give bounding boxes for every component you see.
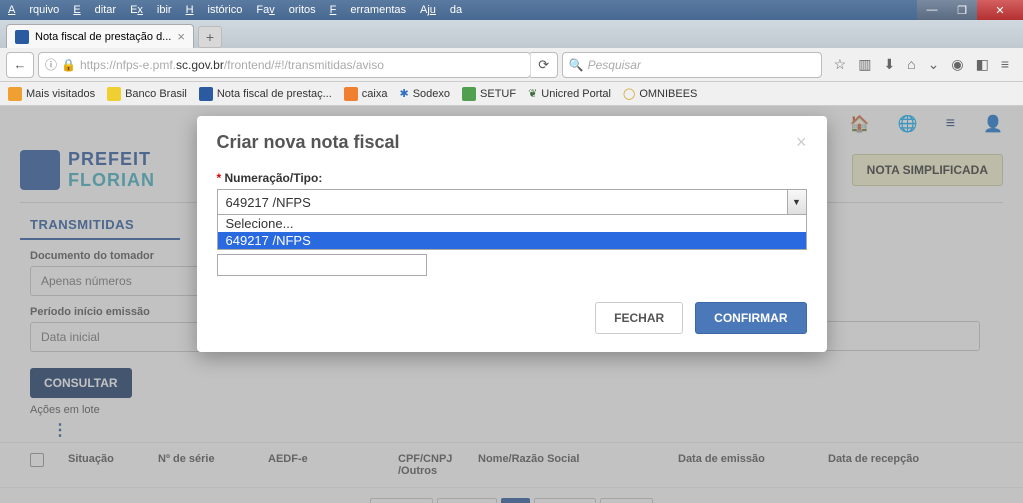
- url-bar[interactable]: ⓘ 🔒 https://nfps-e.pmf.sc.gov.br/fronten…: [38, 52, 531, 78]
- tab-title: Nota fiscal de prestação d...: [35, 31, 171, 43]
- menu-editar[interactable]: Editar: [73, 4, 116, 16]
- url-prefix: https://nfps-e.pmf.: [80, 58, 176, 72]
- window-maximize-button[interactable]: ❐: [947, 0, 977, 20]
- reader-icon[interactable]: ▥: [858, 56, 871, 73]
- fechar-button[interactable]: FECHAR: [595, 302, 683, 334]
- addon-icon[interactable]: ◧: [976, 56, 989, 73]
- modal-title: Criar nova nota fiscal: [217, 132, 807, 153]
- bookmark-setuf[interactable]: SETUF: [462, 87, 516, 101]
- browser-menubar: AArquivorquivo Editar Exibir Histórico F…: [0, 0, 1023, 20]
- bookmarks-bar: Mais visitados Banco Brasil Nota fiscal …: [0, 82, 1023, 106]
- menu-favoritos[interactable]: Favoritos: [256, 4, 315, 16]
- menu-ajuda[interactable]: Ajuda: [420, 4, 462, 16]
- hamburger-menu-icon[interactable]: ≡: [1001, 56, 1009, 73]
- window-minimize-button[interactable]: —: [917, 0, 947, 20]
- info-icon: ⓘ: [45, 56, 57, 73]
- menu-ferramentas[interactable]: Ferramentas: [330, 4, 406, 16]
- lock-icon: 🔒: [61, 58, 76, 72]
- bookmark-nota-fiscal[interactable]: Nota fiscal de prestaç...: [199, 87, 332, 101]
- bookmark-banco-brasil[interactable]: Banco Brasil: [107, 87, 187, 101]
- bookmark-mais-visitados[interactable]: Mais visitados: [8, 87, 95, 101]
- combo-option-1[interactable]: 649217 /NFPS: [218, 232, 806, 249]
- browser-tab[interactable]: Nota fiscal de prestação d... ×: [6, 24, 194, 48]
- numeracao-combobox[interactable]: 649217 /NFPS ▼ Selecione... 649217 /NFPS: [217, 189, 807, 276]
- combo-option-placeholder[interactable]: Selecione...: [218, 215, 806, 232]
- combo-search-input[interactable]: [217, 254, 427, 276]
- window-close-button[interactable]: ✕: [977, 0, 1023, 20]
- back-button[interactable]: ←: [6, 52, 34, 78]
- criar-nota-modal: × Criar nova nota fiscal * Numeração/Tip…: [197, 116, 827, 352]
- dropdown-arrow-icon[interactable]: ▼: [787, 189, 807, 215]
- bookmark-omnibees[interactable]: ◯OMNIBEES: [623, 87, 697, 100]
- search-placeholder: Pesquisar: [588, 58, 641, 72]
- menu-exibir[interactable]: Exibir: [130, 4, 172, 16]
- combo-dropdown: Selecione... 649217 /NFPS: [217, 215, 807, 250]
- menu-historico[interactable]: Histórico: [186, 4, 243, 16]
- reload-button[interactable]: ⟳: [530, 52, 558, 78]
- modal-close-icon[interactable]: ×: [796, 132, 807, 153]
- modal-overlay: × Criar nova nota fiscal * Numeração/Tip…: [0, 106, 1023, 503]
- toolbar-icons: ☆ ▥ ⬇ ⌂ ⌄ ◉ ◧ ≡: [826, 56, 1017, 73]
- bookmark-sodexo[interactable]: ✱Sodexo: [399, 87, 450, 100]
- pocket-icon[interactable]: ⌄: [928, 56, 940, 73]
- bookmark-unicred[interactable]: ❦Unicred Portal: [528, 87, 611, 100]
- new-tab-button[interactable]: +: [198, 26, 222, 48]
- combo-selected-value: 649217 /NFPS: [217, 189, 807, 215]
- browser-tab-bar: Nota fiscal de prestação d... × +: [0, 20, 1023, 48]
- downloads-icon[interactable]: ⬇: [883, 56, 895, 73]
- search-icon: 🔍: [569, 58, 584, 72]
- confirmar-button[interactable]: CONFIRMAR: [695, 302, 806, 334]
- tab-close-icon[interactable]: ×: [177, 29, 185, 44]
- modal-footer: FECHAR CONFIRMAR: [217, 302, 807, 334]
- url-path: /frontend/#!/transmitidas/aviso: [224, 58, 384, 72]
- url-host: sc.gov.br: [176, 58, 224, 72]
- home-icon[interactable]: ⌂: [907, 56, 915, 73]
- page-content: 🏠 🌐 ≡ 👤 PREFEIT FLORIAN NOTA SIMPLIFICAD…: [0, 106, 1023, 503]
- numeracao-label: * Numeração/Tipo:: [217, 171, 807, 185]
- menu-arquivo[interactable]: AArquivorquivo: [8, 4, 59, 16]
- tab-favicon: [15, 30, 29, 44]
- browser-search-bar[interactable]: 🔍 Pesquisar: [562, 52, 822, 78]
- bookmark-star-icon[interactable]: ☆: [834, 56, 847, 73]
- bookmark-caixa[interactable]: caixa: [344, 87, 388, 101]
- browser-nav-bar: ← ⓘ 🔒 https://nfps-e.pmf.sc.gov.br/front…: [0, 48, 1023, 82]
- sync-icon[interactable]: ◉: [951, 56, 963, 73]
